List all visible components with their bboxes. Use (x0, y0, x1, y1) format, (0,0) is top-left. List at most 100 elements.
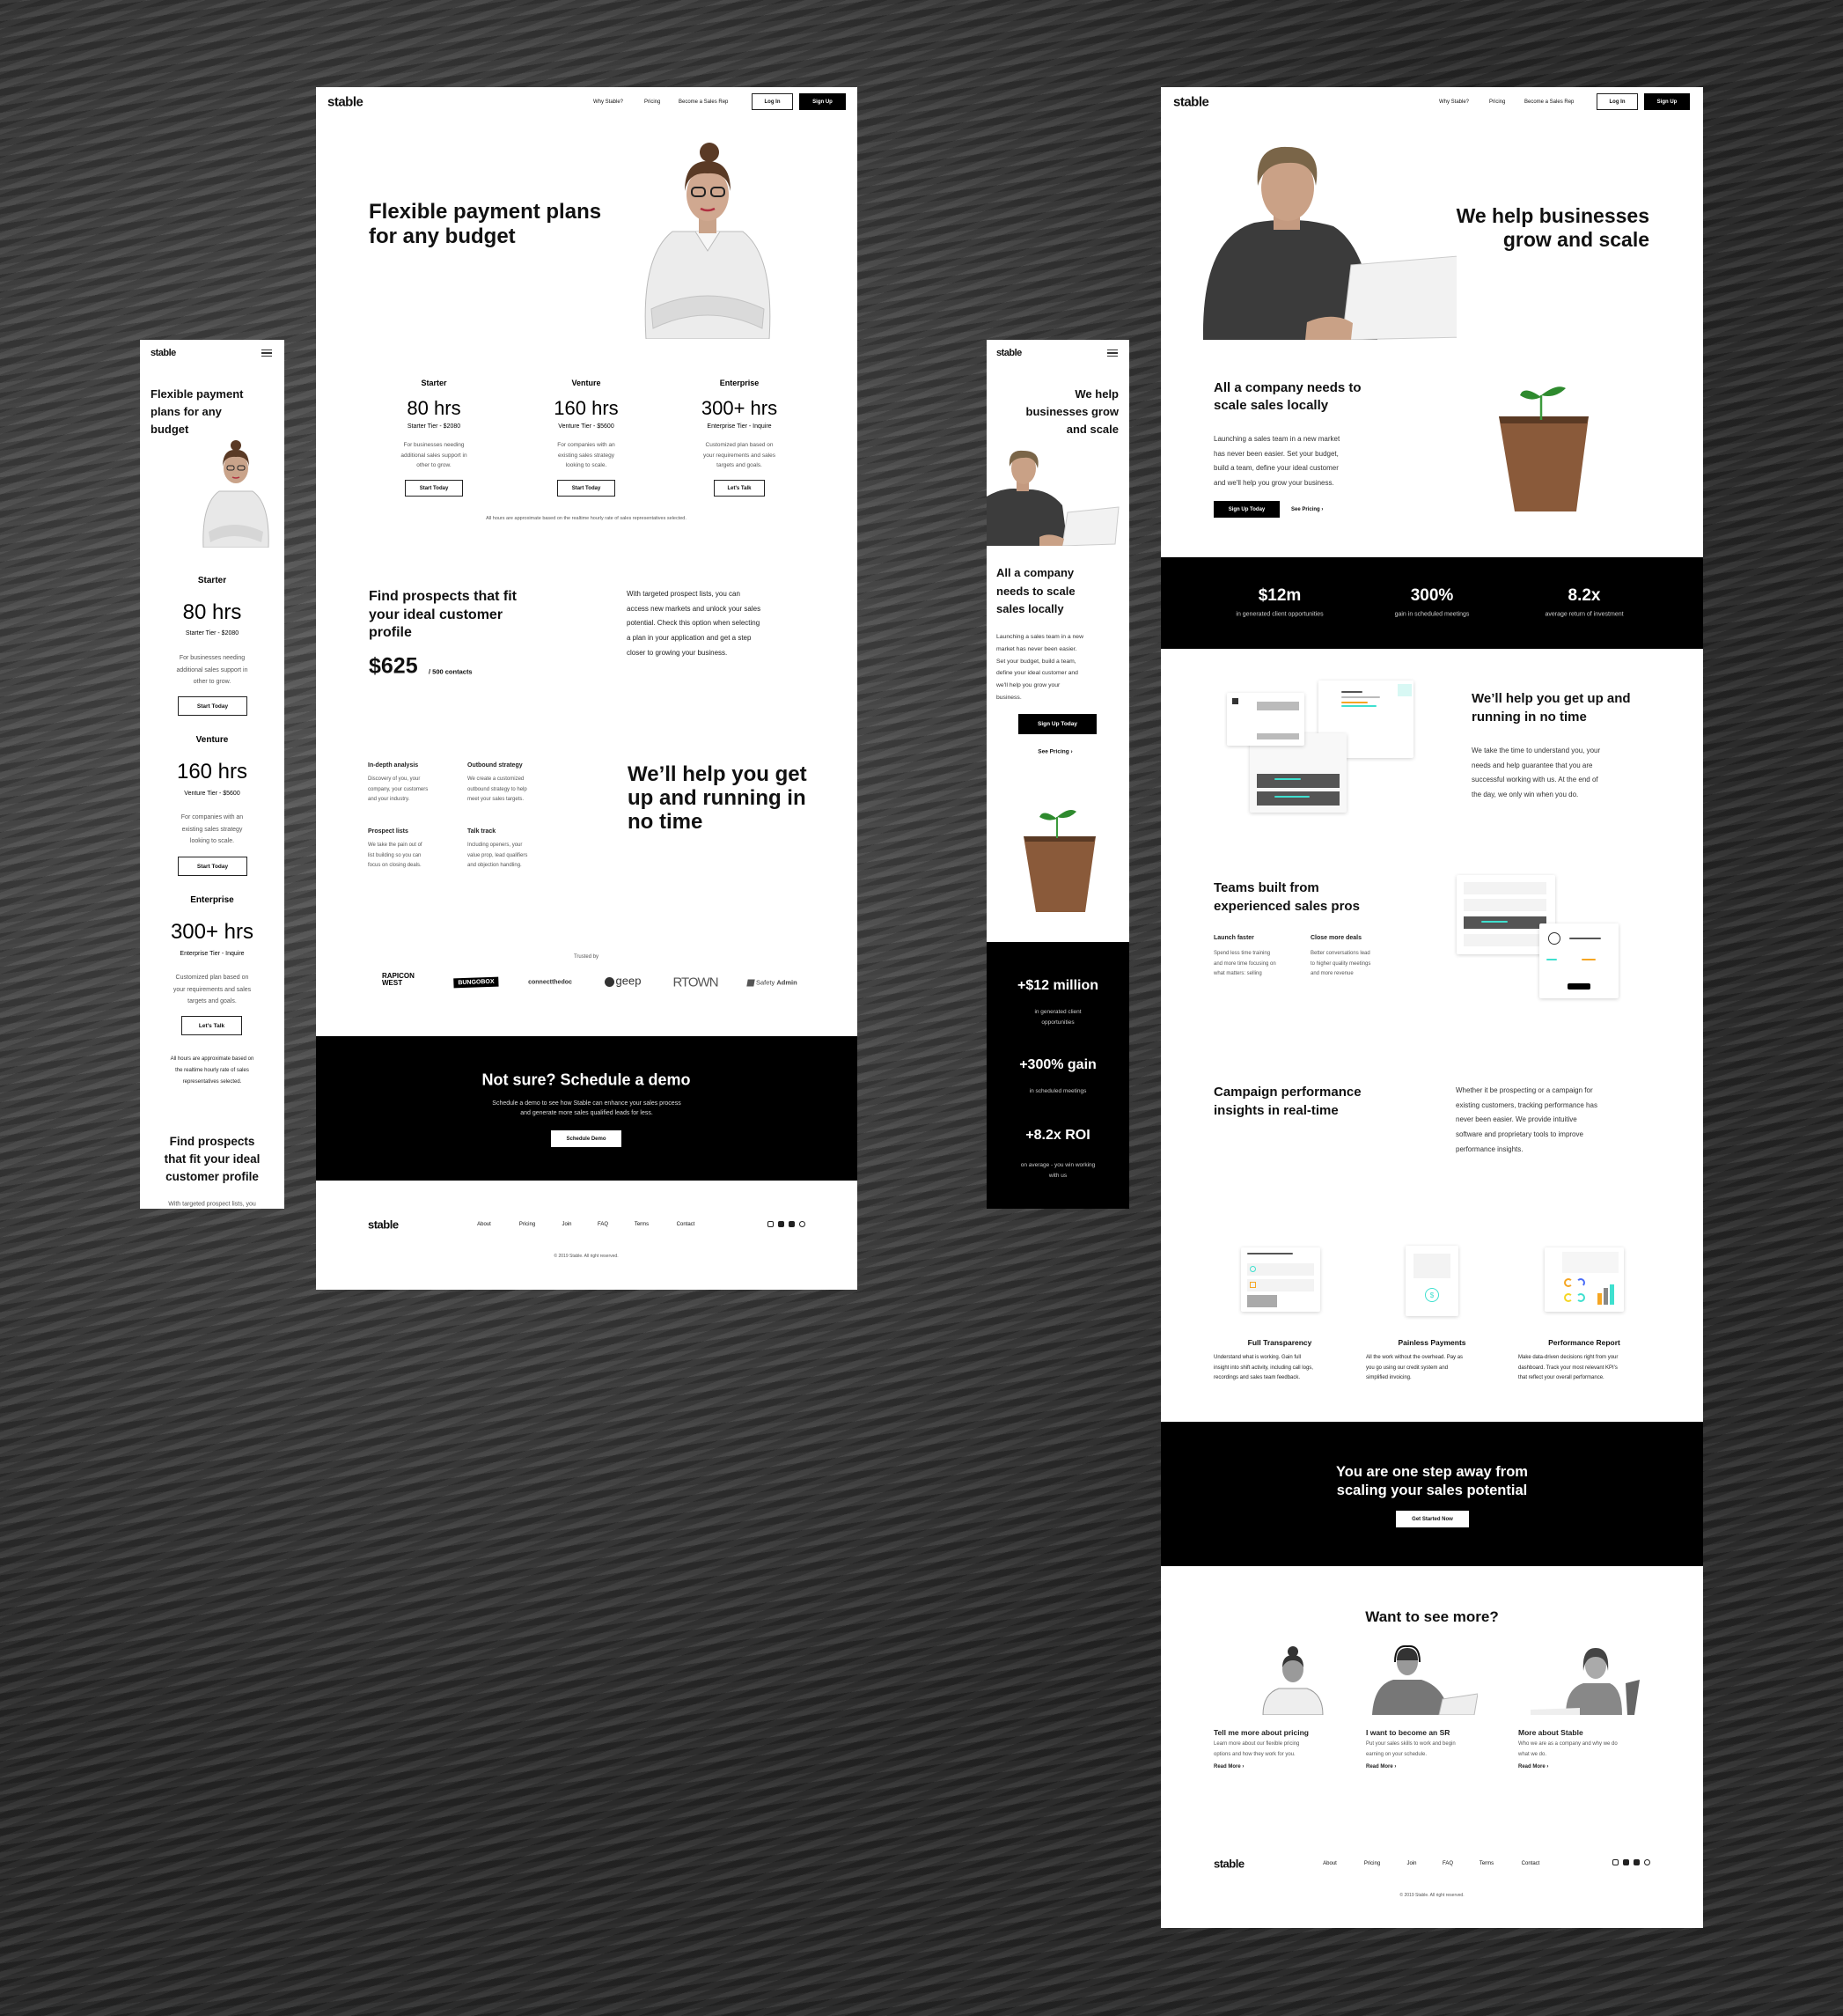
help-title: We’ll help you get up and running in no ti… (628, 762, 807, 834)
logo-rapicon-west: RAPICON WEST (382, 972, 415, 987)
get-started-button[interactable]: Get Started Now (1396, 1511, 1469, 1527)
card-body: Make data-driven decisions right from yo… (1518, 1355, 1619, 1381)
instagram-icon[interactable] (767, 1221, 774, 1227)
hamburger-menu-icon[interactable] (261, 348, 272, 358)
logo[interactable]: stable (151, 348, 176, 358)
instagram-icon[interactable] (1612, 1859, 1619, 1865)
plant-photo (1024, 810, 1096, 912)
read-more-link[interactable]: Read More › (1518, 1764, 1618, 1770)
woman-photo (644, 143, 771, 339)
stat-label: average return of investment (1545, 611, 1624, 618)
plant-photo (1499, 386, 1589, 511)
desktop-pricing-screen: stable Why Stable? Pricing Become a Sale… (316, 87, 857, 1290)
demo-title: Not sure? Schedule a demo (481, 1071, 691, 1089)
footer-pricing[interactable]: Pricing (1364, 1861, 1380, 1866)
nav-why-stable[interactable]: Why Stable? (593, 99, 623, 105)
stat-label: in generated client opportunities (1236, 611, 1324, 618)
woman-photo (202, 440, 269, 548)
demo-section: Not sure? Schedule a demo Schedule a dem… (316, 1036, 857, 1181)
chevron-right-icon: › (1546, 1764, 1549, 1770)
hamburger-menu-icon[interactable] (1107, 348, 1118, 358)
performance-report-illustration (1545, 1247, 1624, 1312)
nav-pricing[interactable]: Pricing (1489, 99, 1505, 105)
nav-become-sales-rep[interactable]: Become a Sales Rep (679, 99, 728, 105)
login-button[interactable]: Log In (752, 93, 793, 110)
pinterest-icon[interactable] (799, 1221, 805, 1227)
prospects-title: Find prospects that fit your ideal custom… (369, 589, 517, 640)
footer-pricing[interactable]: Pricing (519, 1222, 535, 1227)
tier-name: Enterprise (719, 379, 760, 387)
footer-terms[interactable]: Terms (635, 1222, 649, 1227)
nav-pricing[interactable]: Pricing (644, 99, 660, 105)
footer-faq[interactable]: FAQ (1443, 1861, 1453, 1866)
card-title: Performance Report (1548, 1338, 1620, 1347)
footer-contact[interactable]: Contact (677, 1222, 695, 1227)
start-today-button[interactable]: Start Today (405, 480, 463, 497)
footer-join[interactable]: Join (562, 1222, 571, 1227)
start-today-button[interactable]: Start Today (557, 480, 615, 497)
sign-up-today-button[interactable]: Sign Up Today (1018, 714, 1097, 734)
twitter-icon[interactable] (789, 1221, 795, 1227)
campaign-title: Campaign performance insights in real-tim… (1214, 1085, 1362, 1118)
footer-terms[interactable]: Terms (1480, 1861, 1494, 1866)
trusted-by-label: Trusted by (573, 954, 599, 960)
tier-description: For businesses needing additional sales s… (176, 655, 248, 685)
stat-value: 8.2x (1568, 586, 1601, 605)
tier-description: Customized plan based on your requirement… (702, 442, 775, 469)
footer-logo[interactable]: stable (368, 1218, 399, 1232)
facebook-icon[interactable] (778, 1221, 784, 1227)
see-pricing-link[interactable]: See Pricing › (1291, 507, 1323, 512)
logo[interactable]: stable (1173, 95, 1209, 110)
tier-hours: 80 hrs (407, 397, 461, 419)
twitter-icon[interactable] (1634, 1859, 1640, 1865)
footer-contact[interactable]: Contact (1522, 1861, 1540, 1866)
stat-label: gain in scheduled meetings (1394, 611, 1470, 618)
logo[interactable]: stable (327, 95, 363, 110)
start-today-button[interactable]: Start Today (178, 857, 247, 876)
feature-outbound-strategy: Outbound strategy We create a customized… (467, 762, 527, 803)
footer-faq[interactable]: FAQ (598, 1222, 608, 1227)
sign-up-today-button[interactable]: Sign Up Today (1214, 501, 1280, 518)
stat-label: on average - you win working with us (1020, 1162, 1096, 1179)
tier-subtitle: Enterprise Tier - Inquire (180, 951, 245, 957)
lets-talk-button[interactable]: Let's Talk (714, 480, 765, 497)
nav-become-sales-rep[interactable]: Become a Sales Rep (1524, 99, 1574, 105)
schedule-demo-button[interactable]: Schedule Demo (551, 1130, 621, 1147)
tier-name: Venture (571, 379, 601, 387)
teams-title: Teams built from experienced sales pros (1214, 880, 1360, 914)
lets-talk-button[interactable]: Let's Talk (181, 1016, 242, 1035)
transparency-illustration (1241, 1247, 1320, 1312)
footer-logo[interactable]: stable (1214, 1858, 1245, 1871)
logo-safety-admin: Safety Admin (746, 978, 797, 987)
chevron-right-icon: › (1394, 1764, 1397, 1770)
pinterest-icon[interactable] (1644, 1859, 1650, 1865)
feature-close-more-deals: Close more deals Better conversations le… (1311, 935, 1371, 977)
more-item-about: More about Stable Who we are as a compan… (1518, 1728, 1618, 1770)
read-more-link[interactable]: Read More › (1366, 1764, 1456, 1770)
prospects-title: Find prospects that fit your ideal custome… (164, 1135, 261, 1183)
signup-button[interactable]: Sign Up (1644, 93, 1690, 110)
footer-about[interactable]: About (477, 1222, 491, 1227)
prospects-body: With targeted prospect lists, you (168, 1201, 256, 1208)
prospects-body: With targeted prospect lists, you can acc… (627, 590, 761, 657)
stat-value: +300% gain (1019, 1057, 1097, 1072)
facebook-icon[interactable] (1623, 1859, 1629, 1865)
see-pricing-link[interactable]: See Pricing › (1038, 749, 1072, 755)
footer-join[interactable]: Join (1406, 1861, 1416, 1866)
read-more-link[interactable]: Read More › (1214, 1764, 1309, 1770)
tier-subtitle: Starter Tier - $2080 (407, 423, 461, 430)
login-button[interactable]: Log In (1597, 93, 1638, 110)
stat-value: +$12 million (1017, 978, 1099, 993)
start-today-button[interactable]: Start Today (178, 696, 247, 716)
signup-button[interactable]: Sign Up (799, 93, 846, 110)
tier-name: Enterprise (190, 895, 234, 905)
logo[interactable]: stable (996, 348, 1022, 358)
team-illustration (1457, 875, 1624, 1000)
demo-body: Schedule a demo to see how Stable can en… (492, 1100, 681, 1116)
prospects-price: $625 (369, 653, 418, 679)
tier-subtitle: Venture Tier - $5600 (558, 423, 614, 430)
nav-why-stable[interactable]: Why Stable? (1439, 99, 1469, 105)
footer-about[interactable]: About (1323, 1861, 1337, 1866)
card-title: Full Transparency (1247, 1338, 1312, 1347)
tier-description: For businesses needing additional sales s… (400, 442, 467, 469)
